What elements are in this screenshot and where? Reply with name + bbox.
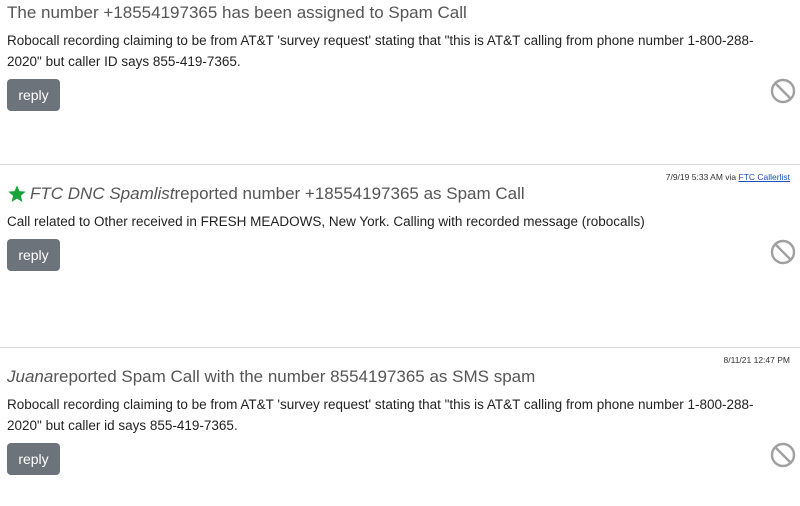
comment-entry: 7/9/19 5:33 AM via FTC Callerlist FTC DN… — [0, 164, 800, 348]
entry-body: Robocall recording claiming to be from A… — [7, 33, 754, 69]
star-icon — [8, 185, 26, 202]
comment-entry: 8/11/21 12:47 PM Juana reported Spam Cal… — [0, 347, 800, 506]
entry-body: Call related to Other received in FRESH … — [7, 214, 645, 229]
reply-button[interactable]: reply — [7, 79, 60, 111]
entry-title-text: The number +18554197365 has been assigne… — [7, 3, 467, 22]
reply-button[interactable]: reply — [7, 443, 60, 475]
entry-title-text: reported number +18554197365 as Spam Cal… — [174, 184, 525, 203]
comment-feed: The number +18554197365 has been assigne… — [0, 0, 800, 506]
source-link[interactable]: FTC Callerlist — [739, 172, 790, 182]
entry-meta: 7/9/19 5:33 AM via FTC Callerlist — [666, 172, 790, 182]
block-icon[interactable] — [770, 442, 796, 468]
entry-title: Juana reported Spam Call with the number… — [7, 367, 535, 387]
reporter-name: FTC DNC Spamlist — [30, 184, 175, 203]
reply-button[interactable]: reply — [7, 239, 60, 271]
entry-timestamp: 8/11/21 12:47 PM — [723, 355, 790, 365]
comment-entry: The number +18554197365 has been assigne… — [0, 0, 800, 164]
entry-title: FTC DNC Spamlist reported number +185541… — [7, 184, 525, 204]
entry-title: The number +18554197365 has been assigne… — [7, 3, 467, 23]
block-icon[interactable] — [770, 239, 796, 265]
block-icon[interactable] — [770, 78, 796, 104]
entry-meta: 8/11/21 12:47 PM — [724, 355, 790, 365]
entry-body: Robocall recording claiming to be from A… — [7, 397, 754, 433]
entry-title-text: reported Spam Call with the number 85541… — [53, 367, 536, 386]
entry-timestamp: 7/9/19 5:33 AM via — [665, 172, 739, 182]
reporter-name: Juana — [7, 367, 54, 386]
